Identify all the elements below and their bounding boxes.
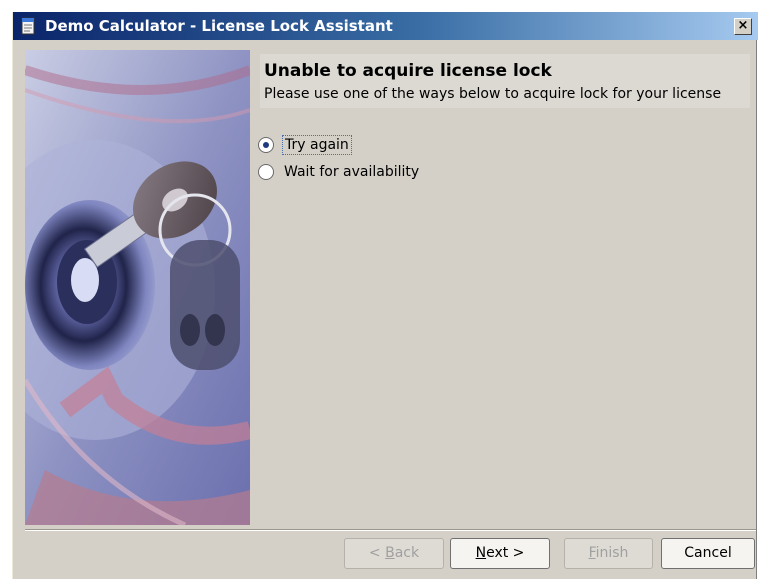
document-icon: [21, 17, 35, 35]
back-prefix: <: [368, 545, 386, 561]
cancel-button[interactable]: Cancel: [661, 538, 755, 569]
finish-mnemonic: F: [588, 545, 596, 561]
header-panel: Unable to acquire license lock Please us…: [260, 54, 750, 108]
radio-try-again[interactable]: [258, 137, 274, 153]
button-separator: [25, 529, 756, 531]
license-lock-dialog: Demo Calculator - License Lock Assistant…: [12, 12, 758, 579]
page-subtitle: Please use one of the ways below to acqu…: [264, 86, 722, 102]
key-illustration: [25, 50, 250, 525]
title-bar[interactable]: Demo Calculator - License Lock Assistant…: [13, 12, 758, 40]
next-mnemonic: N: [475, 545, 487, 561]
window-title: Demo Calculator - License Lock Assistant: [45, 17, 393, 35]
option-label[interactable]: Try again: [282, 135, 352, 155]
close-button[interactable]: ×: [734, 18, 752, 35]
page-title: Unable to acquire license lock: [264, 61, 552, 81]
finish-rest: inish: [595, 545, 629, 561]
radio-selected-dot: [263, 142, 269, 148]
back-button[interactable]: < Back: [344, 538, 444, 569]
next-button[interactable]: Next >: [450, 538, 550, 569]
radio-wait-for-availability[interactable]: [258, 164, 274, 180]
back-mnemonic: B: [385, 545, 395, 561]
next-rest: ext >: [486, 545, 525, 561]
back-rest: ack: [394, 545, 420, 561]
option-label[interactable]: Wait for availability: [282, 162, 421, 182]
finish-button[interactable]: Finish: [564, 538, 653, 569]
